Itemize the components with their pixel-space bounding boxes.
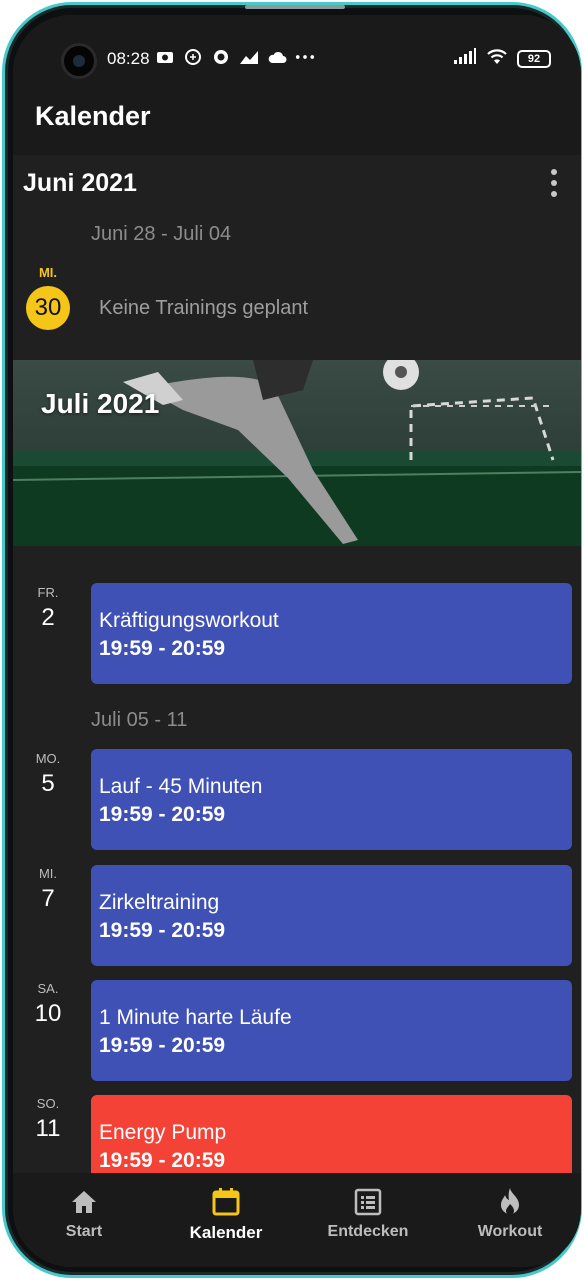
app-bar: Kalender bbox=[13, 85, 581, 155]
battery-indicator: 92 bbox=[517, 49, 551, 68]
day-number: 30 bbox=[26, 286, 70, 330]
today-date: MI. 30 bbox=[13, 265, 83, 330]
day-number: 7 bbox=[41, 885, 55, 912]
day-abbr: SA. bbox=[37, 981, 59, 996]
day-number: 5 bbox=[41, 770, 55, 797]
event-time: 19:59 - 20:59 bbox=[99, 919, 226, 942]
event-card[interactable]: Zirkeltraining 19:59 - 20:59 bbox=[91, 865, 572, 966]
nav-label: Start bbox=[65, 1223, 103, 1240]
event-date: FR. 2 bbox=[13, 585, 83, 632]
day-abbr: SO. bbox=[36, 1096, 60, 1111]
nav-entdecken[interactable]: Entdecken bbox=[297, 1173, 439, 1267]
nav-label: Kalender bbox=[189, 1223, 263, 1242]
phone-frame: 08:28 92 Kalender Juni 2021 Juni 28 - Ju… bbox=[2, 2, 582, 1278]
system-icons: 92 bbox=[453, 47, 551, 70]
nav-label: Workout bbox=[477, 1223, 543, 1240]
nav-start[interactable]: Start bbox=[13, 1173, 155, 1267]
month-banner-image: Juli 2021 bbox=[13, 360, 581, 546]
month-header-july: Juli 2021 bbox=[41, 388, 160, 419]
calendar-icon bbox=[211, 1187, 241, 1217]
day-abbr: FR. bbox=[37, 585, 59, 600]
bottom-navigation: Start Kalender Entdecken Workout bbox=[13, 1173, 581, 1267]
front-camera bbox=[61, 43, 97, 79]
event-date: MI. 7 bbox=[13, 866, 83, 913]
page-title: Kalender bbox=[35, 101, 151, 131]
cloud-icon bbox=[267, 48, 287, 66]
home-icon bbox=[69, 1187, 99, 1217]
status-bar: 08:28 92 bbox=[13, 15, 581, 85]
day-abbr: MI. bbox=[38, 866, 58, 881]
event-title: 1 Minute harte Läufe bbox=[99, 1006, 292, 1029]
event-time: 19:59 - 20:59 bbox=[99, 1034, 226, 1057]
event-card[interactable]: 1 Minute harte Läufe 19:59 - 20:59 bbox=[91, 980, 572, 1081]
event-title: Kräftigungsworkout bbox=[99, 609, 279, 632]
wifi-icon bbox=[485, 47, 509, 70]
event-time: 19:59 - 20:59 bbox=[99, 637, 226, 660]
event-date: MO. 5 bbox=[13, 751, 83, 798]
month-header-june: Juni 2021 bbox=[23, 169, 137, 197]
event-date: SO. 11 bbox=[13, 1096, 83, 1143]
event-card[interactable]: Lauf - 45 Minuten 19:59 - 20:59 bbox=[91, 749, 572, 850]
notification-icons bbox=[155, 48, 315, 66]
nav-label: Entdecken bbox=[327, 1223, 409, 1240]
event-title: Energy Pump bbox=[99, 1121, 227, 1144]
more-dots-icon bbox=[295, 48, 315, 66]
day-number: 2 bbox=[41, 604, 55, 631]
photo-icon bbox=[155, 48, 175, 66]
event-title: Lauf - 45 Minuten bbox=[99, 775, 263, 798]
signal-icon bbox=[453, 47, 477, 70]
calendar-list[interactable]: Juni 2021 Juni 28 - Juli 04 MI. 30 Keine… bbox=[13, 155, 581, 1173]
sync-icon bbox=[183, 48, 203, 66]
day-abbr: MI. bbox=[38, 265, 58, 280]
flame-icon bbox=[495, 1187, 525, 1217]
week-label: Juli 05 - 11 bbox=[91, 709, 188, 731]
day-number: 11 bbox=[35, 1115, 61, 1142]
day-abbr: MO. bbox=[35, 751, 61, 766]
event-card[interactable]: Kräftigungsworkout 19:59 - 20:59 bbox=[91, 583, 572, 684]
record-icon bbox=[211, 48, 231, 66]
event-card[interactable]: Energy Pump 19:59 - 20:59 bbox=[91, 1095, 572, 1173]
nav-workout[interactable]: Workout bbox=[439, 1173, 581, 1267]
chart-icon bbox=[239, 48, 259, 66]
status-time: 08:28 bbox=[107, 49, 150, 68]
list-icon bbox=[353, 1187, 383, 1217]
event-date: SA. 10 bbox=[13, 981, 83, 1028]
event-time: 19:59 - 20:59 bbox=[99, 1149, 226, 1172]
day-number: 10 bbox=[34, 1000, 62, 1027]
screen: 08:28 92 Kalender Juni 2021 Juni 28 - Ju… bbox=[13, 15, 581, 1267]
nav-kalender[interactable]: Kalender bbox=[155, 1173, 297, 1267]
event-time: 19:59 - 20:59 bbox=[99, 803, 226, 826]
more-options-icon[interactable] bbox=[547, 169, 561, 197]
no-training-text: Keine Trainings geplant bbox=[99, 297, 309, 319]
event-title: Zirkeltraining bbox=[99, 891, 220, 914]
week-label: Juni 28 - Juli 04 bbox=[91, 223, 232, 245]
top-edge bbox=[245, 5, 345, 9]
